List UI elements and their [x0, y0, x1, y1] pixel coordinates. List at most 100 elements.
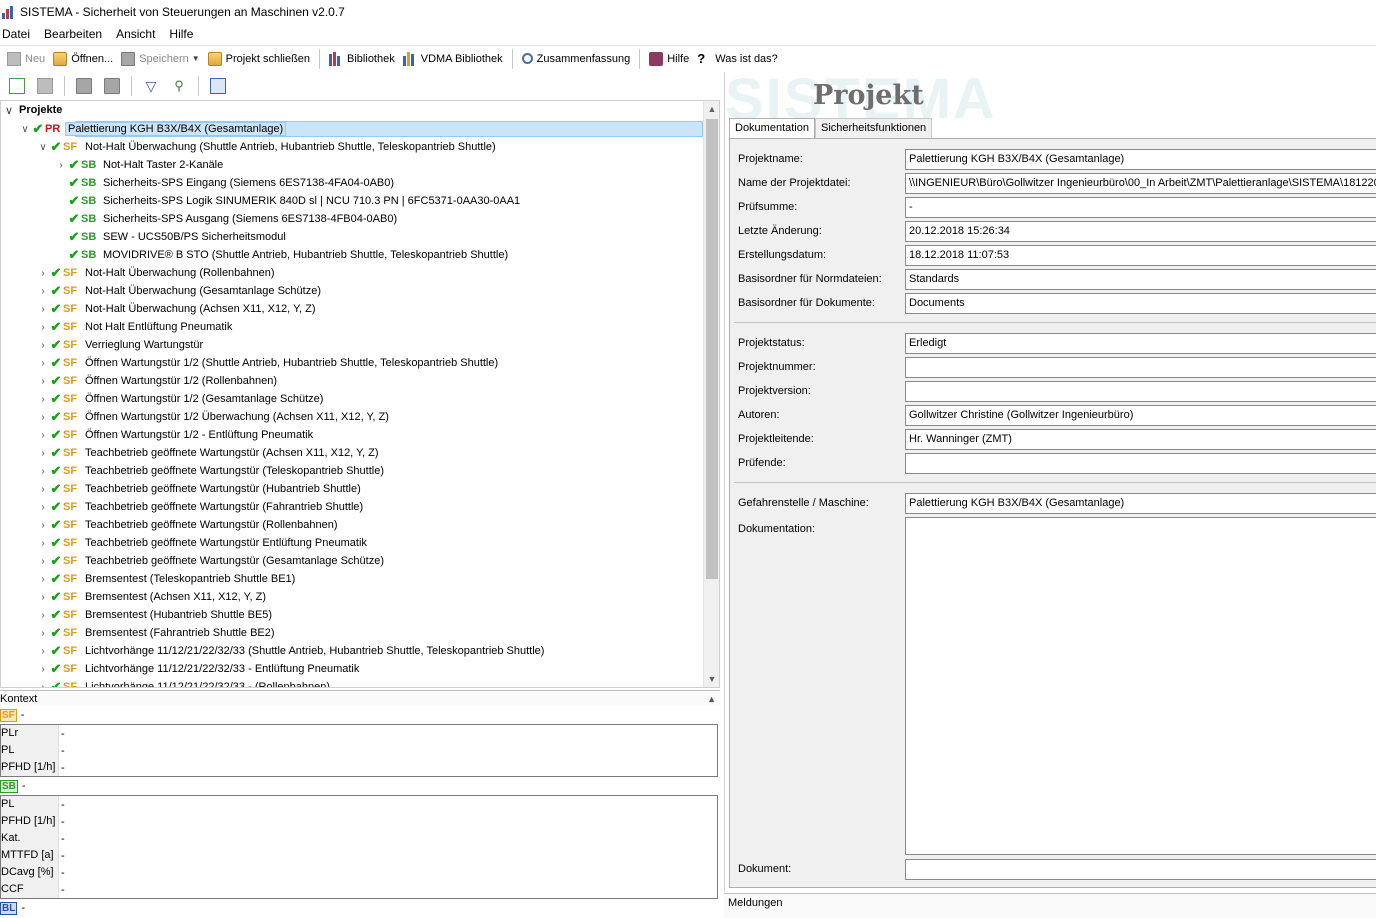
tree-row[interactable]: › ✔ SF Lichtvorhänge 11/12/21/22/32/33 - En… — [1, 660, 703, 678]
autoren-input[interactable]: Gollwitzer Christine (Gollwitzer Ingenie… — [905, 405, 1376, 426]
tree-row[interactable]: › ✔ SF Bremsentest (Hubantrieb Shuttle BE5) — [1, 606, 703, 624]
scrollbar-thumb[interactable] — [706, 119, 718, 579]
dokumentation-textarea[interactable] — [905, 517, 1376, 855]
collapsed-chevron-icon[interactable]: › — [37, 340, 49, 351]
collapsed-chevron-icon[interactable]: › — [37, 448, 49, 459]
menu-datei[interactable]: Datei — [2, 27, 30, 41]
paste-icon[interactable] — [104, 78, 120, 94]
collapsed-chevron-icon[interactable]: › — [37, 268, 49, 279]
add-project-icon[interactable] — [9, 78, 25, 94]
letzte-aenderung-input[interactable]: 20.12.2018 15:26:34 — [905, 221, 1376, 242]
library-button[interactable]: Bibliothek — [325, 48, 399, 70]
tree-row[interactable]: › ✔ SB Not-Halt Taster 2-Kanäle — [1, 156, 703, 174]
dokument-input[interactable] — [905, 859, 1376, 880]
nummer-input[interactable] — [905, 357, 1376, 378]
tree-row[interactable]: › ✔ SF Teachbetrieb geöffnete Wartungstür E… — [1, 534, 703, 552]
tree-row[interactable]: › ✔ SF Öffnen Wartungstür 1/2 (Rollenbahnen… — [1, 372, 703, 390]
tree-row[interactable]: › ✔ SF Lichtvorhänge 11/12/21/22/32/33 - (R… — [1, 678, 703, 688]
tree-row[interactable]: › ✔ SF Öffnen Wartungstür 1/2 - Entlüftung … — [1, 426, 703, 444]
scroll-down-arrow-icon[interactable]: ▼ — [704, 671, 719, 687]
erstellungsdatum-input[interactable]: 18.12.2018 11:07:53 — [905, 245, 1376, 266]
copy-icon[interactable] — [76, 78, 92, 94]
collapsed-chevron-icon[interactable]: › — [37, 664, 49, 675]
collapsed-chevron-icon[interactable]: › — [37, 592, 49, 603]
tree-row[interactable]: › ✔ SF Teachbetrieb geöffnete Wartungstür (… — [1, 552, 703, 570]
tree-row[interactable]: › ✔ SF Verrieglung Wartungstür — [1, 336, 703, 354]
collapse-chevron-icon[interactable]: ∨ — [5, 104, 19, 117]
tree-row[interactable]: ∨ ✔ PR Palettierung KGH B3X/B4X (Gesamtanla… — [1, 120, 703, 138]
expanded-chevron-icon[interactable]: ∨ — [19, 124, 31, 135]
collapsed-chevron-icon[interactable]: › — [37, 412, 49, 423]
collapsed-chevron-icon[interactable]: › — [37, 376, 49, 387]
projektname-input[interactable]: Palettierung KGH B3X/B4X (Gesamtanlage) — [905, 149, 1376, 170]
pruefende-input[interactable] — [905, 453, 1376, 474]
tree-row[interactable]: › ✔ SF Teachbetrieb geöffnete Wartungstür (… — [1, 480, 703, 498]
collapsed-chevron-icon[interactable]: › — [37, 502, 49, 513]
collapsed-chevron-icon[interactable]: › — [37, 574, 49, 585]
vdma-library-button[interactable]: VDMA Bibliothek — [399, 48, 507, 70]
collapsed-chevron-icon[interactable]: › — [37, 304, 49, 315]
collapsed-chevron-icon[interactable]: › — [37, 538, 49, 549]
help-button[interactable]: Hilfe — [645, 48, 693, 70]
tree-row[interactable]: › ✔ SF Not-Halt Überwachung (Achsen X11, X1… — [1, 300, 703, 318]
collapsed-chevron-icon[interactable]: › — [37, 646, 49, 657]
tree-row[interactable]: › ✔ SF Öffnen Wartungstür 1/2 (Shuttle Antr… — [1, 354, 703, 372]
collapsed-chevron-icon[interactable]: › — [37, 466, 49, 477]
tree-row[interactable]: › ✔ SF Bremsentest (Achsen X11, X12, Y, Z) — [1, 588, 703, 606]
tree-row[interactable]: › ✔ SF Teachbetrieb geöffnete Wartungstür (… — [1, 516, 703, 534]
summary-button[interactable]: Zusammenfassung — [518, 48, 635, 70]
collapsed-chevron-icon[interactable]: › — [37, 358, 49, 369]
filter-icon[interactable]: ▽ — [143, 78, 159, 94]
whats-this-button[interactable]: ? Was ist das? — [693, 48, 782, 70]
version-input[interactable] — [905, 381, 1376, 402]
collapsed-chevron-icon[interactable]: › — [37, 628, 49, 639]
tree-row[interactable]: › ✔ SF Teachbetrieb geöffnete Wartungstür (… — [1, 498, 703, 516]
tree-row[interactable]: › ✔ SF Lichtvorhänge 11/12/21/22/32/33 (Shu… — [1, 642, 703, 660]
tree-row[interactable]: › ✔ SF Not-Halt Überwachung (Gesamtanlage S… — [1, 282, 703, 300]
tab-sicherheitsfunktionen[interactable]: Sicherheitsfunktionen — [815, 118, 933, 138]
projektdatei-input[interactable]: \\INGENIEUR\Büro\Gollwitzer Ingenieurbür… — [905, 173, 1376, 194]
search-tree-icon[interactable]: ⚲ — [171, 78, 187, 94]
collapsed-chevron-icon[interactable]: › — [37, 322, 49, 333]
collapsed-chevron-icon[interactable]: › — [37, 682, 49, 688]
collapsed-chevron-icon[interactable]: › — [37, 610, 49, 621]
collapsed-chevron-icon[interactable]: › — [37, 520, 49, 531]
collapsed-chevron-icon[interactable]: › — [55, 160, 67, 171]
tree-row[interactable]: ✔ SB MOVIDRIVE® B STO (Shuttle Antrieb, Hu… — [1, 246, 703, 264]
tree-row[interactable]: ✔ SB Sicherheits-SPS Eingang (Siemens 6ES7… — [1, 174, 703, 192]
tree-scrollbar[interactable]: ▲ ▼ — [703, 101, 719, 687]
gefahrenstelle-input[interactable]: Palettierung KGH B3X/B4X (Gesamtanlage) — [905, 493, 1376, 514]
save-dropdown-caret-icon[interactable]: ▼ — [192, 54, 200, 63]
menu-ansicht[interactable]: Ansicht — [116, 27, 155, 41]
menu-bearbeiten[interactable]: Bearbeiten — [44, 27, 102, 41]
add-element-icon[interactable] — [37, 78, 53, 94]
tree-row[interactable]: › ✔ SF Teachbetrieb geöffnete Wartungstür (… — [1, 462, 703, 480]
tree-row[interactable]: › ✔ SF Öffnen Wartungstür 1/2 Überwachung (… — [1, 408, 703, 426]
collapsed-chevron-icon[interactable]: › — [37, 286, 49, 297]
save-button[interactable]: Speichern ▼ — [117, 48, 203, 70]
kontext-collapse-icon[interactable]: ▲ — [707, 694, 716, 704]
scroll-up-arrow-icon[interactable]: ▲ — [704, 101, 719, 117]
tree-row[interactable]: › ✔ SF Not-Halt Überwachung (Rollenbahnen) — [1, 264, 703, 282]
collapsed-chevron-icon[interactable]: › — [37, 556, 49, 567]
tree-row[interactable]: › ✔ SF Öffnen Wartungstür 1/2 (Gesamtanlage… — [1, 390, 703, 408]
basis-norm-input[interactable]: Standards — [905, 269, 1376, 290]
status-input[interactable]: Erledigt — [905, 333, 1376, 354]
tree-row[interactable]: › ✔ SF Not Halt Entlüftung Pneumatik — [1, 318, 703, 336]
basis-dok-input[interactable]: Documents — [905, 293, 1376, 314]
collapsed-chevron-icon[interactable]: › — [37, 484, 49, 495]
open-button[interactable]: Öffnen... — [49, 48, 117, 70]
tab-dokumentation[interactable]: Dokumentation — [729, 118, 815, 138]
collapsed-chevron-icon[interactable]: › — [37, 394, 49, 405]
tree-row[interactable]: ✔ SB Sicherheits-SPS Ausgang (Siemens 6ES7… — [1, 210, 703, 228]
tree-row[interactable]: ✔ SB SEW - UCS50B/PS Sicherheitsmodul — [1, 228, 703, 246]
close-project-button[interactable]: Projekt schließen — [204, 48, 314, 70]
menu-hilfe[interactable]: Hilfe — [169, 27, 193, 41]
tree-row[interactable]: ✔ SB Sicherheits-SPS Logik SINUMERIK 840D … — [1, 192, 703, 210]
pruefsumme-input[interactable]: - — [905, 197, 1376, 218]
tree-row[interactable]: › ✔ SF Bremsentest (Teleskopantrieb Shuttle… — [1, 570, 703, 588]
leitende-input[interactable]: Hr. Wanninger (ZMT) — [905, 429, 1376, 450]
collapsed-chevron-icon[interactable]: › — [37, 430, 49, 441]
tree-row[interactable]: › ✔ SF Bremsentest (Fahrantrieb Shuttle BE2… — [1, 624, 703, 642]
expanded-chevron-icon[interactable]: ∨ — [37, 142, 49, 153]
